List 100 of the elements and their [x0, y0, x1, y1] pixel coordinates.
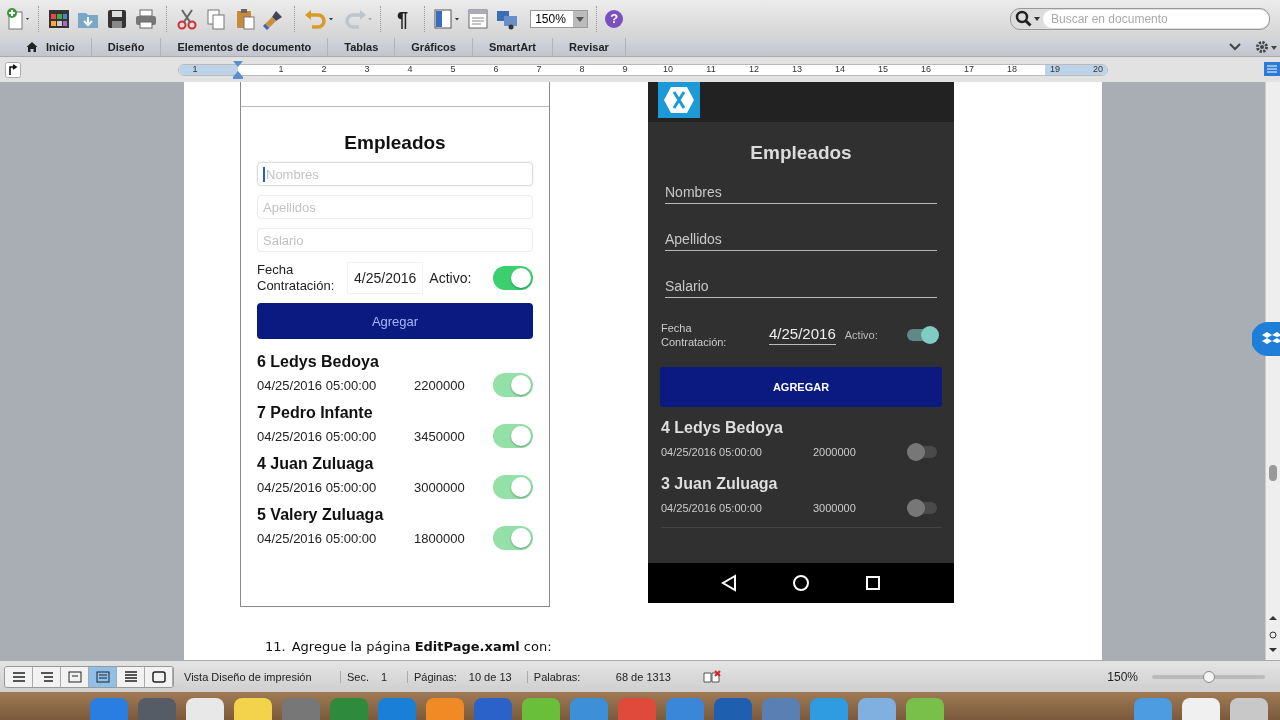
toggle-switch[interactable]	[493, 475, 533, 499]
dropbox-icon[interactable]	[1252, 322, 1280, 356]
new-document-icon[interactable]	[6, 7, 30, 31]
view-button[interactable]	[61, 666, 89, 687]
add-button[interactable]: Agregar	[257, 303, 533, 339]
employee-name: 4 Juan Zuluaga	[257, 455, 375, 473]
view-button[interactable]	[117, 666, 145, 687]
print-icon[interactable]	[134, 7, 158, 31]
ruler-number: 19	[1050, 63, 1060, 75]
text-field[interactable]: Apellidos	[665, 231, 937, 251]
view-icon	[93, 668, 112, 685]
toggle-switch[interactable]	[907, 446, 937, 458]
ruler-number: 11	[706, 63, 716, 75]
list-icon[interactable]	[1264, 62, 1280, 76]
tab-stop-icon[interactable]	[5, 61, 21, 78]
ruler-number: 6	[492, 63, 500, 75]
employee-salary: 3000000	[414, 479, 465, 495]
view-button[interactable]	[33, 666, 61, 687]
slider-thumb[interactable]	[1202, 670, 1215, 683]
dock-icon[interactable]	[234, 698, 272, 720]
dock-icon[interactable]	[186, 698, 224, 720]
settings-icon[interactable]	[1254, 39, 1278, 55]
employee-name: 5 Valery Zuluaga	[257, 506, 385, 524]
spelling-error-icon[interactable]	[701, 669, 722, 684]
employee-name: 7 Pedro Infante	[257, 404, 374, 422]
text-field[interactable]: Nombres	[665, 184, 937, 204]
toggle-switch[interactable]	[493, 266, 533, 290]
ruler-number: 12	[749, 63, 759, 75]
ruler-number: 14	[835, 63, 845, 75]
employee-date: 04/25/2016 05:00:00	[257, 428, 378, 444]
back-icon[interactable]	[720, 574, 738, 592]
toggle-switch[interactable]	[907, 502, 937, 514]
sidebar-icon[interactable]	[433, 7, 462, 31]
indent-marker-icon[interactable]	[233, 60, 243, 79]
employee-name: 3 Juan Zuluaga	[661, 475, 779, 493]
dock-icon[interactable]	[906, 698, 944, 720]
ribbon-tab[interactable]: SmartArt	[472, 38, 554, 56]
home-circle-icon[interactable]	[792, 574, 810, 592]
zoom-field[interactable]: 150%	[530, 10, 589, 28]
date-picker[interactable]: 4/25/2016	[769, 325, 836, 345]
ribbon-tab[interactable]: Tablas	[328, 38, 396, 56]
copy-icon[interactable]	[204, 7, 228, 31]
ruler-number: 5	[449, 63, 457, 75]
ruler-number: 18	[1007, 63, 1017, 75]
dock-icon[interactable]	[426, 698, 464, 720]
ribbon-tab[interactable]: Revisar	[553, 38, 626, 56]
employee-salary: 1800000	[414, 530, 465, 546]
date-picker[interactable]: 4/25/2016	[347, 262, 424, 294]
ruler-number: 16	[921, 63, 931, 75]
paragraph-text: Agregue la página EditPage.xaml con:	[291, 639, 552, 655]
word-count: 68 de 1313	[614, 670, 672, 683]
text-field[interactable]: Salario	[665, 278, 937, 298]
ruler-number: 2	[320, 63, 328, 75]
date-label: Fecha Contratación:	[661, 321, 728, 349]
chevron-down-icon[interactable]	[1228, 41, 1242, 53]
add-button[interactable]: AGREGAR	[660, 367, 942, 407]
scroll-bar[interactable]	[1265, 82, 1280, 660]
ruler[interactable]: 1 1 2 3 4 5 6 7 8 9 10 11 12 13 14 15 16 17 18 19 20	[178, 63, 1108, 76]
ruler-number: 8	[578, 63, 586, 75]
toggle-switch[interactable]	[493, 424, 533, 448]
words-label: Palabras:	[526, 670, 610, 683]
ruler-number: 13	[792, 63, 802, 75]
help-button[interactable]: ?	[605, 10, 624, 28]
dock-icon[interactable]	[858, 698, 896, 720]
ribbon-tab[interactable]: Gráficos	[395, 38, 473, 56]
dock-icon[interactable]	[1230, 698, 1268, 720]
dock-icon[interactable]	[1182, 698, 1220, 720]
active-label: Activo:	[844, 329, 878, 341]
screen-title: Empleados	[749, 142, 853, 164]
employee-salary: 3000000	[813, 502, 856, 514]
toggle-switch[interactable]	[907, 329, 937, 341]
view-button[interactable]	[145, 666, 173, 687]
page-count: 10 de 13	[467, 670, 513, 683]
active-label: Activo:	[429, 270, 472, 286]
employee-date: 04/25/2016 05:00:00	[661, 446, 763, 458]
app-logo-icon	[658, 82, 700, 118]
toggle-switch[interactable]	[493, 526, 533, 550]
recent-apps-icon[interactable]	[864, 574, 882, 592]
ribbon-tab[interactable]: Inicio	[10, 38, 92, 56]
dock-icon[interactable]	[522, 698, 560, 720]
toggle-switch[interactable]	[493, 373, 533, 397]
scissors-icon[interactable]	[175, 7, 199, 31]
view-name: Vista Diseño de impresión	[183, 670, 313, 683]
employee-salary: 3450000	[414, 428, 465, 444]
view-button[interactable]	[5, 666, 33, 687]
section-label: Sec.	[340, 670, 375, 683]
ribbon-tab[interactable]: Elementos de documento	[161, 38, 329, 56]
employee-date: 04/25/2016 05:00:00	[257, 530, 378, 546]
ruler-number: 20	[1093, 63, 1103, 75]
list-number: 11.	[265, 639, 286, 655]
ribbon-tab[interactable]: Diseño	[91, 38, 162, 56]
date-label: Fecha Contratación:	[257, 262, 336, 294]
dock-icon[interactable]	[138, 698, 176, 720]
zoom-level: 150%	[1106, 669, 1139, 684]
gallery-icon[interactable]	[47, 7, 71, 31]
employee-name: 4 Ledys Bedoya	[661, 419, 784, 437]
save-icon[interactable]	[105, 7, 129, 31]
undo-icon[interactable]	[303, 7, 335, 31]
show-formatting-button[interactable]: ¶	[389, 7, 417, 31]
scroll-thumb[interactable]	[1269, 465, 1277, 481]
